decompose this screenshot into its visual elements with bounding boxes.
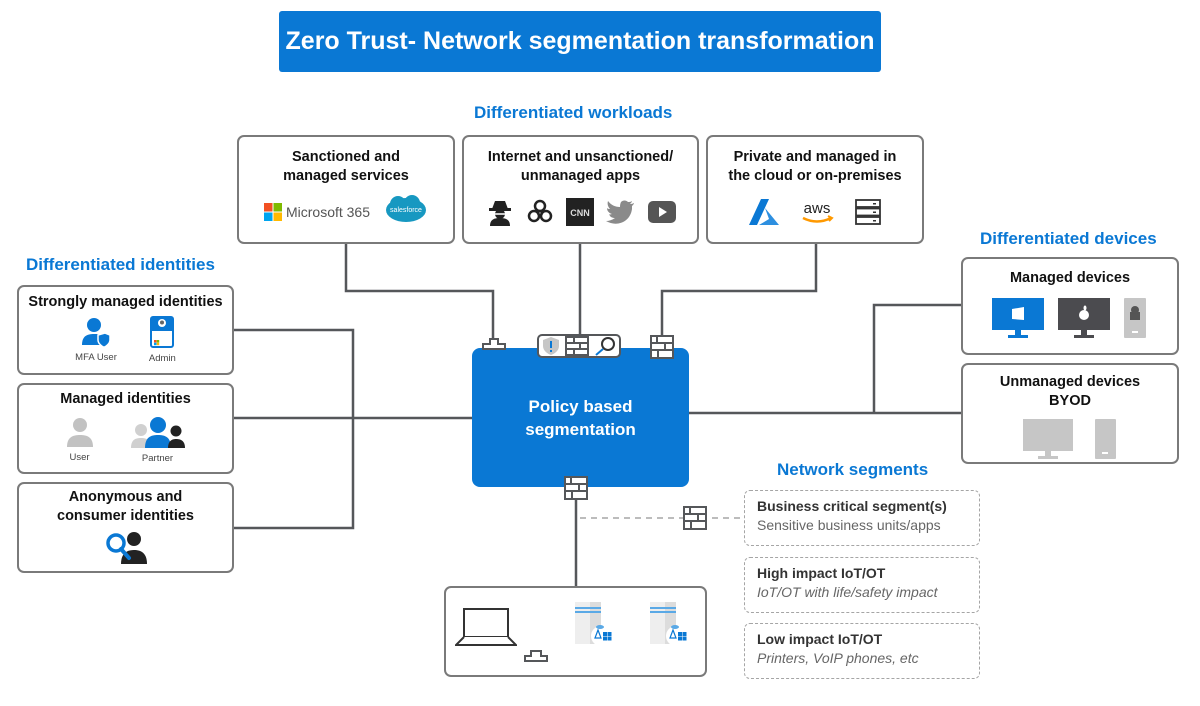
user-item: User <box>66 417 93 463</box>
devices-heading: Differentiated devices <box>980 229 1157 248</box>
partner-group-icon <box>130 417 185 448</box>
box-title: Managed devices <box>1009 270 1131 286</box>
youtube-icon <box>647 201 676 228</box>
server-linux-windows-icon <box>650 602 687 644</box>
user-icon <box>66 418 93 447</box>
magnifier-icon <box>595 337 616 356</box>
anonymous-search-user-icon <box>105 532 147 564</box>
box-title-line: consumer identities <box>57 508 194 524</box>
biohazard-icon <box>526 198 554 231</box>
mac-monitor-icon <box>1058 298 1110 338</box>
box-title-line: Anonymous and <box>68 489 183 505</box>
aws-logo: aws <box>799 198 835 231</box>
box-title-line: Unmanaged devices <box>999 374 1141 390</box>
box-title-line: Sanctioned and <box>292 149 400 165</box>
segment-low-impact-iot: Low impact IoT/OT Printers, VoIP phones,… <box>744 623 980 679</box>
mfa-user-icon <box>82 318 111 348</box>
admin-badge-icon <box>150 316 175 348</box>
identity-box-managed: Managed identities User Partner <box>17 383 234 474</box>
workload-box-private: Private and managed in the cloud or on-p… <box>706 135 924 244</box>
workload-box-sanctioned: Sanctioned and managed services Microsof… <box>237 135 455 244</box>
salesforce-logo: salesforce <box>384 194 428 229</box>
hacker-icon <box>486 198 514 231</box>
monitor-icon <box>1023 419 1073 459</box>
segment-desc: Printers, VoIP phones, etc <box>757 650 919 666</box>
segment-title: High impact IoT/OT <box>757 565 886 581</box>
svg-text:salesforce: salesforce <box>390 207 422 214</box>
twitter-icon <box>605 199 636 230</box>
box-title: Strongly managed identities <box>28 294 223 310</box>
mfa-user-item: MFA User <box>75 317 117 363</box>
connector-identities-bracket <box>233 328 355 530</box>
segment-title: Low impact IoT/OT <box>757 631 883 647</box>
firewall-icon <box>564 476 588 500</box>
azure-logo <box>749 199 779 230</box>
segment-title: Business critical segment(s) <box>757 498 947 514</box>
network-port-icon <box>482 338 506 350</box>
segment-business-critical: Business critical segment(s) Sensitive b… <box>744 490 980 546</box>
connector-private <box>660 243 818 336</box>
item-label: Admin <box>148 353 176 364</box>
identities-heading: Differentiated identities <box>26 255 215 274</box>
box-title-line: the cloud or on-premises <box>728 168 902 184</box>
svg-text:aws: aws <box>804 200 831 217</box>
security-controls-strip <box>537 334 621 358</box>
connector-managed-devices <box>872 303 962 413</box>
shield-alert-icon <box>542 337 559 355</box>
segments-heading: Network segments <box>777 460 929 479</box>
identity-box-anonymous: Anonymous and consumer identities <box>17 482 234 573</box>
partner-item: Partner <box>130 416 185 464</box>
admin-item: Admin <box>149 316 176 364</box>
microsoft-365-logo: Microsoft 365 <box>263 202 370 221</box>
workload-box-internet: Internet and unsanctioned/ unmanaged app… <box>462 135 699 244</box>
box-title-line: unmanaged apps <box>520 168 641 184</box>
item-label: User <box>69 452 90 463</box>
laptop-icon <box>455 608 517 646</box>
server-icon <box>855 199 881 230</box>
device-box-unmanaged: Unmanaged devices BYOD <box>961 363 1179 464</box>
item-label: MFA User <box>75 352 117 363</box>
segment-high-impact-iot: High impact IoT/OT IoT/OT with life/safe… <box>744 557 980 613</box>
phone-icon <box>1095 419 1116 459</box>
policy-line: segmentation <box>525 419 636 439</box>
identity-box-strongly-managed: Strongly managed identities MFA User Adm… <box>17 285 234 375</box>
windows-monitor-icon <box>992 298 1044 338</box>
page-title: Zero Trust- Network segmentation transfo… <box>279 11 881 72</box>
item-label: Partner <box>141 453 174 464</box>
policy-line: Policy based <box>528 396 633 416</box>
firewall-icon <box>564 336 589 356</box>
workloads-heading: Differentiated workloads <box>474 103 673 122</box>
cnn-logo: CNN <box>565 198 594 231</box>
box-title-line: Internet and unsanctioned/ <box>487 149 674 165</box>
network-port-icon <box>524 650 548 662</box>
box-title-line: BYOD <box>1049 393 1091 409</box>
box-title: Managed identities <box>60 391 191 407</box>
segment-desc: Sensitive business units/apps <box>757 517 941 533</box>
segment-desc: IoT/OT with life/safety impact <box>757 584 938 600</box>
firewall-icon <box>650 335 674 359</box>
connector-sanctioned <box>344 243 495 341</box>
device-box-managed: Managed devices <box>961 257 1179 355</box>
policy-segmentation-box: Policy based segmentation <box>472 348 689 487</box>
firewall-icon <box>683 506 707 530</box>
box-title-line: managed services <box>283 168 409 184</box>
server-linux-windows-icon <box>575 602 612 644</box>
svg-text:CNN: CNN <box>570 208 590 218</box>
android-phone-icon <box>1124 298 1146 338</box>
box-title-line: Private and managed in <box>733 149 897 165</box>
